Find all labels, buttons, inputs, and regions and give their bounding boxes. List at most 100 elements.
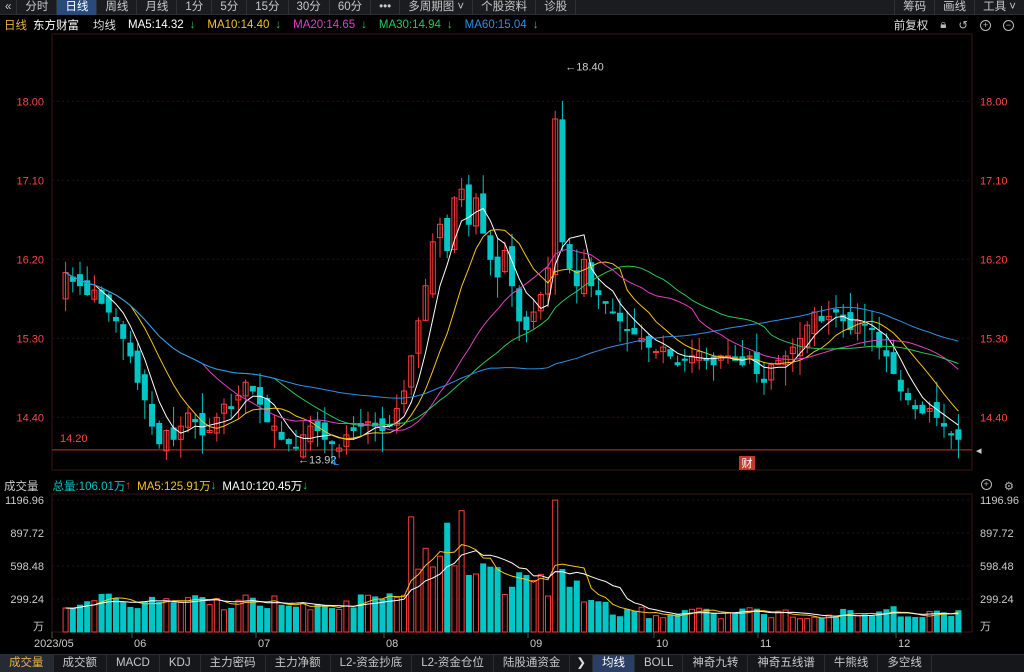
- x-axis-label: 2023/05: [34, 638, 74, 650]
- indicator-tab-3[interactable]: KDJ: [160, 655, 201, 672]
- candle-body: [141, 374, 148, 401]
- volume-bar: [256, 605, 264, 633]
- overlay-tab-0[interactable]: 均线: [593, 655, 635, 672]
- volume-bar: [789, 616, 796, 633]
- candle-body: [760, 378, 768, 383]
- volume-bar: [285, 605, 292, 633]
- kline-chart[interactable]: 18.00 18.00 17.10 17.10 16.20 16.20 15.30 15.30…: [0, 0, 1024, 654]
- volume-bar: [919, 617, 926, 633]
- volume-bar: [163, 598, 170, 633]
- volume-ma5: MA5:125.91万: [137, 481, 211, 493]
- volume-bar: [278, 604, 285, 633]
- candle-body: [868, 327, 876, 331]
- candle-body: [328, 441, 336, 445]
- volume-bar: [804, 618, 811, 633]
- volume-bar: [588, 600, 595, 633]
- candle-body: [444, 217, 451, 252]
- volume-bar: [321, 605, 328, 633]
- volume-bar: [660, 617, 667, 633]
- volume-bar: [156, 601, 163, 633]
- volume-bar: [422, 547, 429, 633]
- price-tick-right: 18.00: [980, 96, 1008, 108]
- price-tick-right: 15.30: [980, 333, 1008, 345]
- volume-bar: [710, 612, 717, 633]
- candle-body: [940, 423, 948, 427]
- volume-bar: [408, 516, 415, 633]
- x-axis-label: 10: [656, 638, 668, 650]
- volume-title[interactable]: 成交量: [4, 478, 39, 494]
- volume-bar: [292, 606, 300, 633]
- overlay-tab-5[interactable]: 多空线: [878, 655, 932, 672]
- volume-settings-icon[interactable]: ⚙: [1004, 479, 1014, 493]
- candle-body: [199, 413, 206, 436]
- volume-bar: [516, 572, 523, 633]
- event-marker-l: L: [333, 456, 339, 468]
- volume-bar: [624, 609, 631, 633]
- volume-bar: [300, 602, 307, 633]
- overlay-tab-4[interactable]: 牛熊线: [825, 655, 879, 672]
- volume-bar: [379, 598, 386, 633]
- x-axis-label: 11: [760, 638, 771, 650]
- candle-body: [912, 405, 919, 410]
- candle-body: [919, 404, 926, 414]
- candle-body: [228, 406, 235, 410]
- candle-body: [523, 316, 530, 331]
- overlay-tab-2[interactable]: 神奇九转: [683, 655, 749, 672]
- indicator-tab-5[interactable]: 主力净额: [266, 655, 331, 672]
- volume-tick-right: 897.72: [980, 528, 1014, 540]
- volume-up-arrow: ↑: [125, 480, 132, 492]
- volume-ma5-arrow: ↓: [210, 480, 217, 492]
- price-tick-left: 17.10: [16, 175, 44, 187]
- volume-zoom-icon[interactable]: +: [980, 479, 992, 490]
- volume-bar: [220, 609, 228, 633]
- x-axis-label: 12: [898, 638, 910, 650]
- candle-body: [127, 342, 134, 357]
- volume-ma10-arrow: ↓: [302, 480, 309, 492]
- candle-body: [818, 315, 825, 322]
- volume-bar: [544, 595, 552, 633]
- candle-body: [645, 336, 652, 348]
- indicator-tab-1[interactable]: 成交额: [54, 655, 107, 672]
- volume-bar: [206, 604, 213, 633]
- volume-bar: [76, 604, 84, 633]
- x-axis-label: 08: [386, 638, 398, 650]
- candle-body: [861, 323, 868, 326]
- volume-bar: [487, 566, 494, 633]
- overlay-tab-3[interactable]: 神奇五线谱: [748, 655, 825, 672]
- candle-body: [904, 392, 912, 401]
- indicator-tab-6[interactable]: L2-资金抄底: [331, 655, 413, 672]
- max-price-label: ←18.40: [565, 61, 604, 73]
- x-axis-label: 06: [134, 638, 146, 650]
- event-marker-cai: 财: [742, 456, 753, 470]
- volume-bar: [494, 567, 501, 633]
- price-tick-left: 14.40: [16, 412, 44, 424]
- volume-bar: [170, 602, 177, 633]
- volume-bar: [393, 597, 400, 633]
- volume-tick-right: 598.48: [980, 561, 1014, 573]
- candle-body: [948, 433, 955, 436]
- indicator-tab-0[interactable]: 成交量: [0, 655, 54, 672]
- candle-body: [609, 311, 616, 314]
- volume-bar: [652, 615, 660, 633]
- candle-body: [667, 349, 674, 357]
- indicator-tab-7[interactable]: L2-资金仓位: [412, 655, 494, 672]
- volume-bar: [141, 601, 148, 633]
- volume-bar: [732, 613, 739, 633]
- volume-bar: [912, 616, 919, 633]
- candle-body: [681, 358, 688, 361]
- indicator-tab-2[interactable]: MACD: [107, 655, 160, 672]
- volume-tick-left: 万: [33, 621, 44, 633]
- volume-bar: [890, 606, 897, 633]
- volume-bar: [904, 616, 912, 633]
- volume-bar: [897, 616, 904, 633]
- volume-bar: [357, 594, 364, 633]
- volume-bar: [566, 586, 573, 633]
- overlay-tab-1[interactable]: BOLL: [635, 655, 684, 672]
- volume-bar: [537, 573, 544, 633]
- indicator-tabs: 成交量 成交额 MACD KDJ 主力密码 主力净额 L2-资金抄底 L2-资金仓位 陆股通资金…: [0, 654, 1024, 672]
- volume-bar: [69, 608, 76, 633]
- indicator-tab-4[interactable]: 主力密码: [201, 655, 266, 672]
- volume-bar: [444, 522, 451, 633]
- indicator-tab-8[interactable]: 陆股通资金: [494, 655, 571, 672]
- tabs-scroll-right-icon[interactable]: ❯: [570, 655, 593, 672]
